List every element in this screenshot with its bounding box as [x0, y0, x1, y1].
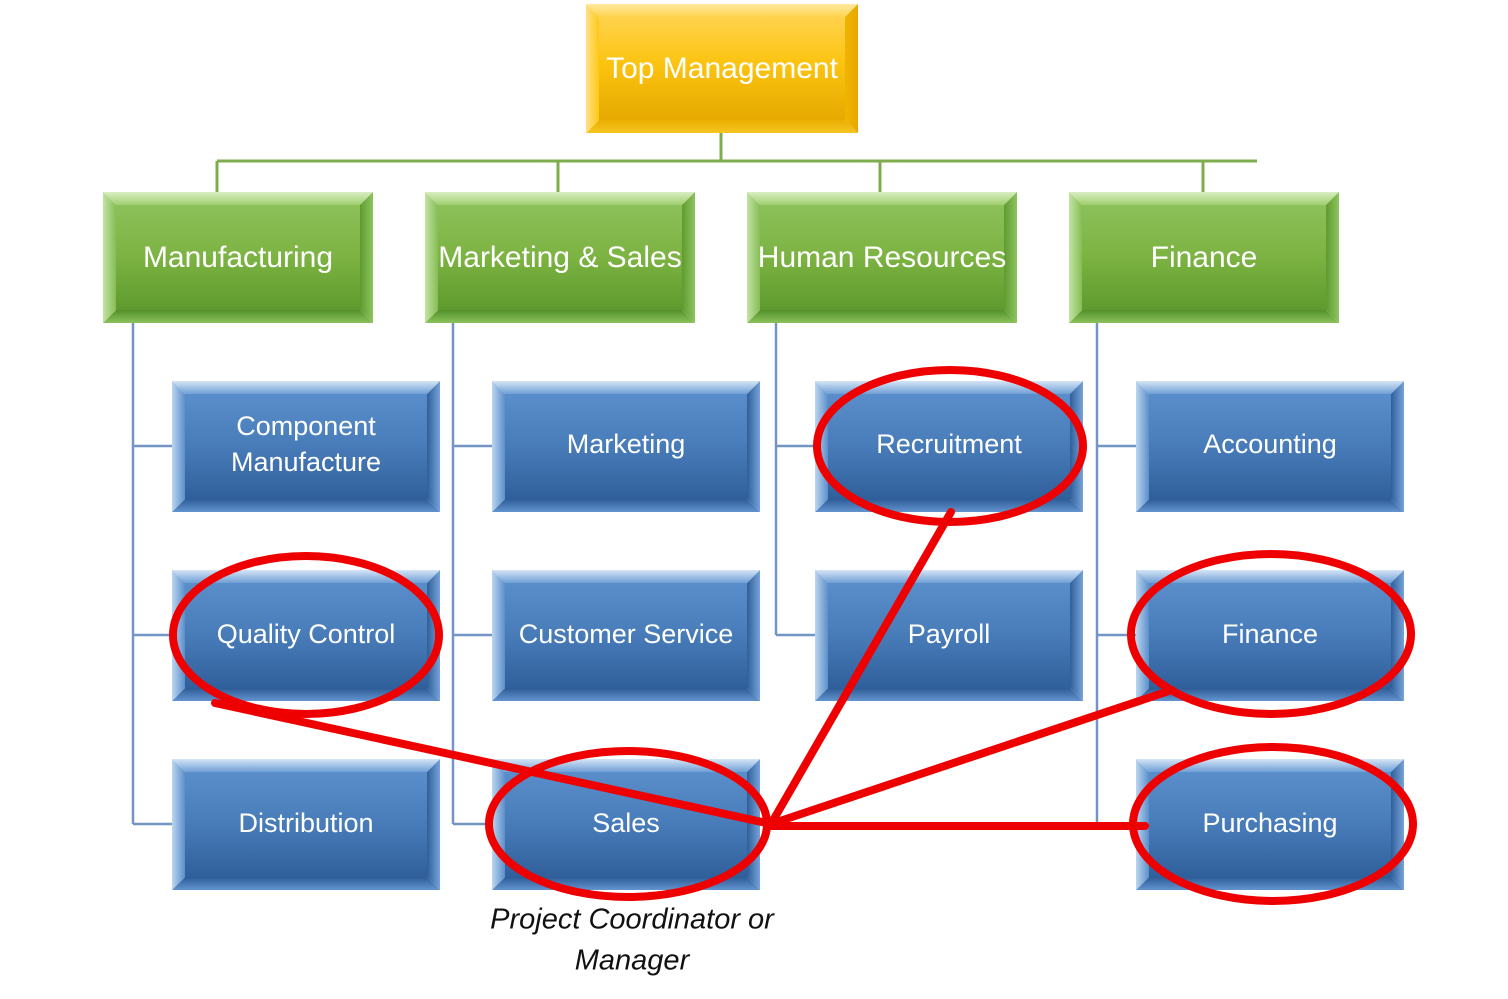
- node-sales[interactable]: Sales: [492, 759, 760, 890]
- node-distribution[interactable]: Distribution: [172, 759, 440, 890]
- node-quality-control[interactable]: Quality Control: [172, 570, 440, 701]
- diagram-canvas: Top Management Manufacturing Marketing &…: [0, 0, 1508, 999]
- node-marketing[interactable]: Marketing: [492, 381, 760, 512]
- node-marketing-sales[interactable]: Marketing & Sales: [425, 192, 695, 323]
- node-component-manufacture[interactable]: Component Manufacture: [172, 381, 440, 512]
- caption-line-2: Manager: [575, 945, 691, 977]
- node-purchasing[interactable]: Purchasing: [1136, 759, 1404, 890]
- node-recruitment[interactable]: Recruitment: [815, 381, 1083, 512]
- org-chart-diagram: Top Management Manufacturing Marketing &…: [0, 0, 1508, 999]
- node-customer-service[interactable]: Customer Service: [492, 570, 760, 701]
- node-manufacturing[interactable]: Manufacturing: [103, 192, 373, 323]
- caption-line-1: Project Coordinator or: [490, 904, 775, 936]
- node-accounting[interactable]: Accounting: [1136, 381, 1404, 512]
- node-finance-unit[interactable]: Finance: [1136, 570, 1404, 701]
- node-top-management[interactable]: Top Management: [586, 4, 858, 133]
- node-human-resources[interactable]: Human Resources: [747, 192, 1017, 323]
- node-finance-department[interactable]: Finance: [1069, 192, 1339, 323]
